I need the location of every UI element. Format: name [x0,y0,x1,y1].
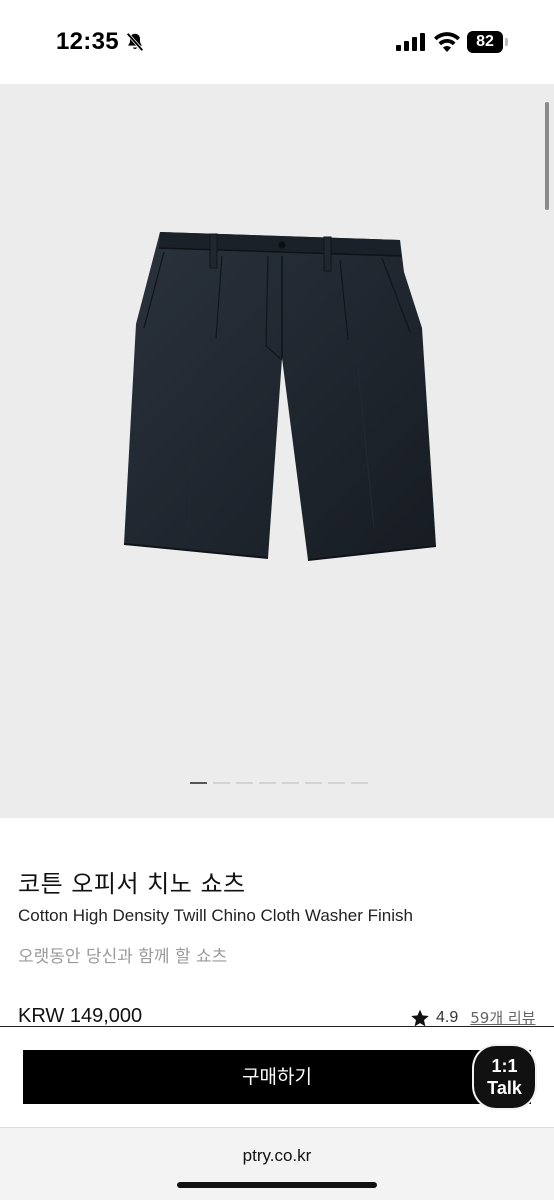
talk-label-bottom: Talk [487,1078,522,1098]
pagination-dot[interactable] [328,782,345,784]
battery-tip [505,38,508,46]
pagination-dot[interactable] [282,782,299,784]
product-subtitle: Cotton High Density Twill Chino Cloth Wa… [18,906,413,925]
chat-talk-button[interactable]: 1:1 Talk [474,1046,535,1108]
url-text[interactable]: ptry.co.kr [0,1146,554,1166]
battery-level: 82 [467,31,503,53]
battery-icon: 82 [467,31,509,53]
pagination-dot[interactable] [190,782,207,784]
cellular-signal-icon [396,33,425,51]
star-icon [411,1009,429,1026]
pagination-dot[interactable] [236,782,253,784]
divider [0,1026,554,1027]
talk-label-top: 1:1 [491,1056,518,1076]
pagination-dot[interactable] [213,782,230,784]
wifi-icon [434,32,460,52]
scrollbar[interactable] [545,102,549,210]
rating-value: 4.9 [436,1008,459,1026]
product-title: 코튼 오피서 치노 쇼츠 [18,870,246,898]
status-bar: 12:35 82 [0,0,554,84]
pagination-dot[interactable] [351,782,368,784]
product-price: KRW 149,000 [18,1005,143,1027]
home-indicator[interactable] [177,1182,377,1188]
gallery-pagination[interactable] [190,782,368,786]
status-time: 12:35 [56,28,119,55]
buy-button[interactable]: 구매하기 [23,1050,531,1104]
pagination-dot[interactable] [305,782,322,784]
product-image[interactable] [118,228,442,578]
bell-slash-icon [126,32,144,52]
browser-url-bar[interactable]: ptry.co.kr [0,1127,554,1200]
product-rating: 4.9 59개 리뷰 [410,1007,536,1028]
reviews-link[interactable]: 59개 리뷰 [470,1007,535,1028]
product-tagline: 오랫동안 당신과 함께 할 쇼츠 [18,947,228,967]
pagination-dot[interactable] [259,782,276,784]
